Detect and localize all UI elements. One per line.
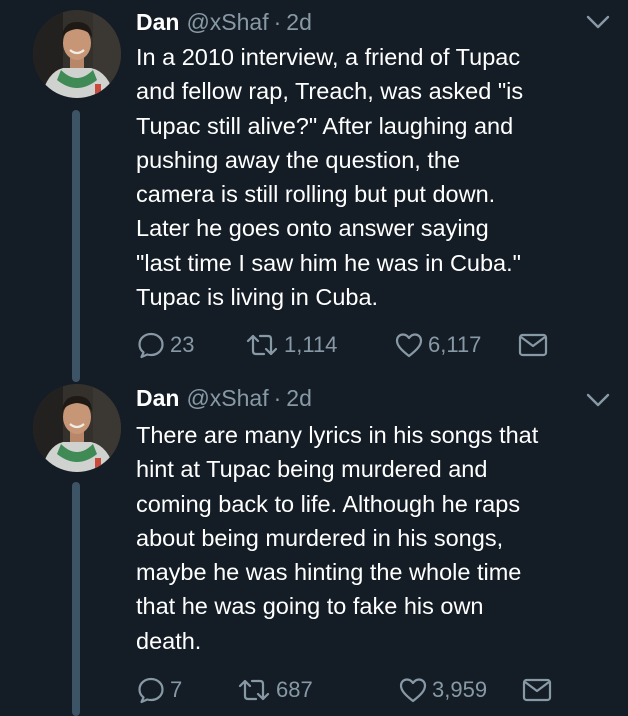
separator: · — [273, 384, 282, 411]
heart-icon — [398, 675, 428, 705]
tweet-text-line: Tupac still alive?" After laughing and — [136, 112, 514, 139]
tweet-text-line: death. — [136, 627, 202, 654]
tweet-text-line: "last time I saw him he was in Cuba." — [136, 249, 521, 276]
message-button[interactable] — [517, 327, 549, 363]
reply-count: 23 — [170, 332, 195, 357]
reply-icon — [136, 330, 166, 360]
avatar[interactable] — [33, 384, 121, 472]
timestamp[interactable]: 2d — [286, 9, 312, 36]
timestamp[interactable]: 2d — [286, 385, 312, 412]
tweet-text-line: about being murdered in his songs, — [136, 524, 504, 551]
envelope-icon — [521, 676, 553, 704]
tweet-text-line: camera is still rolling but put down. — [136, 181, 496, 208]
retweet-button[interactable]: 1,114 — [244, 327, 337, 363]
like-button[interactable]: 6,117 — [394, 327, 481, 363]
reply-icon — [136, 675, 166, 705]
tweet-text: In a 2010 interview, a friend of Tupac a… — [136, 40, 616, 314]
retweet-count: 687 — [276, 677, 313, 702]
tweet-thread: Dan @xShaf · 2d In a 2010 interview, a f… — [0, 0, 628, 716]
tweet-text-line: maybe he was hinting the whole time — [136, 559, 522, 586]
reply-count: 7 — [170, 677, 183, 702]
like-button[interactable]: 3,959 — [398, 672, 487, 708]
author-handle[interactable]: @xShaf — [186, 385, 268, 412]
thread-connector — [72, 482, 80, 716]
tweet-text-line: that he was going to fake his own — [136, 593, 484, 620]
thread-connector — [72, 110, 80, 382]
tweet-text: There are many lyrics in his songs that … — [136, 418, 616, 658]
tweet-text-line: hint at Tupac being murdered and — [136, 456, 488, 483]
tweet-text-line: In a 2010 interview, a friend of Tupac — [136, 44, 521, 70]
chevron-down-icon[interactable] — [584, 12, 612, 32]
author-handle[interactable]: @xShaf — [186, 9, 268, 36]
like-count: 6,117 — [428, 332, 482, 357]
avatar[interactable] — [33, 10, 121, 98]
chevron-down-icon[interactable] — [584, 390, 612, 410]
retweet-icon — [236, 675, 272, 705]
tweet-text-line: There are many lyrics in his songs that — [136, 422, 539, 448]
author-name[interactable]: Dan — [136, 385, 179, 412]
message-button[interactable] — [521, 672, 553, 708]
separator: · — [273, 8, 282, 35]
tweet-text-line: pushing away the question, the — [136, 146, 461, 173]
tweet-text-line: coming back to life. Although he raps — [136, 490, 521, 517]
envelope-icon — [517, 331, 549, 359]
tweet-text-line: Tupac is living in Cuba. — [136, 284, 379, 311]
heart-icon — [394, 330, 424, 360]
reply-button[interactable]: 23 — [136, 327, 194, 363]
like-count: 3,959 — [432, 677, 488, 702]
tweet-text-line: Later he goes onto answer saying — [136, 215, 489, 242]
retweet-icon — [244, 330, 280, 360]
author-name[interactable]: Dan — [136, 9, 179, 36]
tweet[interactable]: Dan @xShaf · 2d There are many lyrics in… — [0, 372, 628, 716]
tweet-header: Dan @xShaf · 2d — [136, 382, 312, 414]
tweet[interactable]: Dan @xShaf · 2d In a 2010 interview, a f… — [0, 0, 628, 382]
tweet-text-line: and fellow rap, Treach, was asked "is — [136, 78, 524, 105]
reply-button[interactable]: 7 — [136, 672, 182, 708]
retweet-button[interactable]: 687 — [236, 672, 313, 708]
retweet-count: 1,114 — [284, 332, 338, 357]
tweet-header: Dan @xShaf · 2d — [136, 6, 312, 38]
